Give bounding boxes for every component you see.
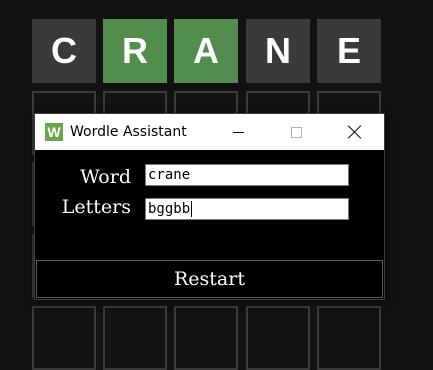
maximize-button[interactable] [267,114,325,150]
app-icon: W [45,123,63,141]
close-button[interactable] [326,114,384,150]
tile-row5-col1 [32,306,96,370]
letters-input-value: bggbb [148,201,191,217]
tile-row1-col5: E [317,19,381,83]
tile-row1-col1: C [32,19,96,83]
word-input[interactable]: crane [145,164,349,186]
letters-input[interactable]: bggbb [145,198,349,220]
maximize-icon [290,126,302,138]
tile-row5-col4 [246,306,310,370]
tile-row5-col2 [103,306,167,370]
letters-label: Letters [61,196,131,218]
wordle-assistant-window: W Wordle Assistant Word crane Letters bg… [34,113,385,300]
tile-row1-col2: R [103,19,167,83]
tile-row1-col4: N [246,19,310,83]
word-input-value: crane [148,167,191,183]
tile-row5-col3 [174,306,238,370]
restart-button[interactable]: Restart [36,260,383,298]
close-icon [348,125,362,139]
minimize-button[interactable] [209,114,267,150]
text-caret [191,201,193,217]
tile-row5-col5 [317,306,381,370]
tile-row1-col3: A [174,19,238,83]
word-label: Word [80,166,131,188]
minimize-icon [232,131,244,133]
window-title: Wordle Assistant [70,124,187,140]
title-bar[interactable]: W Wordle Assistant [35,114,384,150]
